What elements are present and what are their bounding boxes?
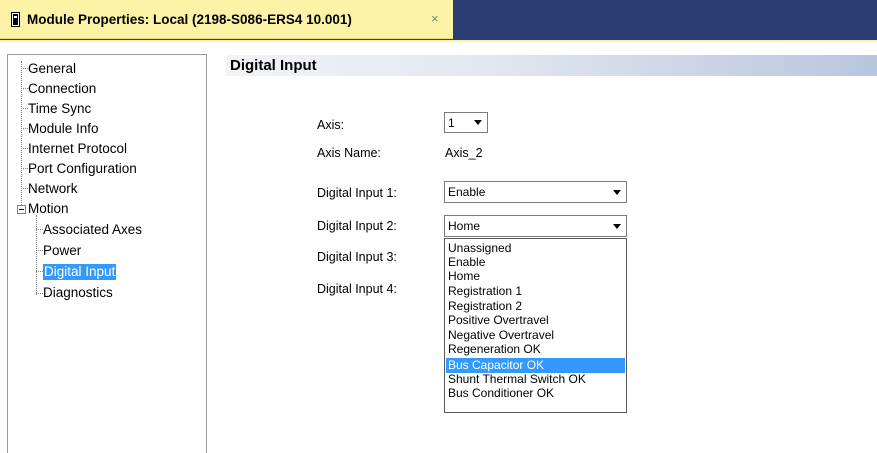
digital-input-2-value: Home xyxy=(448,219,481,233)
dropdown-option-negative-overtravel[interactable]: Negative Overtravel xyxy=(446,329,625,342)
tree-item-port-configuration[interactable]: Port Configuration xyxy=(28,161,137,177)
axis-label: Axis: xyxy=(317,118,345,132)
digital-input-2-label: Digital Input 2: xyxy=(317,219,397,233)
tree-item-time-sync[interactable]: Time Sync xyxy=(28,101,91,117)
tree-item-motion[interactable]: Motion xyxy=(28,201,69,217)
tree-connector xyxy=(36,229,43,230)
digital-input-2-select[interactable]: Home xyxy=(444,215,627,237)
dropdown-option-shunt-thermal-switch-ok[interactable]: Shunt Thermal Switch OK xyxy=(446,373,625,386)
dropdown-option-registration-2[interactable]: Registration 2 xyxy=(446,300,625,313)
collapse-icon[interactable] xyxy=(17,205,26,214)
dropdown-option-bus-conditioner-ok[interactable]: Bus Conditioner OK xyxy=(446,387,625,400)
digital-input-4-label: Digital Input 4: xyxy=(317,282,397,296)
dropdown-option-home[interactable]: Home xyxy=(446,270,625,283)
section-header: Digital Input xyxy=(226,55,877,76)
tree-connector xyxy=(21,128,28,129)
dropdown-option-enable[interactable]: Enable xyxy=(446,256,625,269)
tree-connector xyxy=(36,293,43,294)
axis-select[interactable]: 1 xyxy=(444,112,488,133)
tree-item-connection[interactable]: Connection xyxy=(28,81,96,97)
tree-item-associated-axes[interactable]: Associated Axes xyxy=(43,222,142,238)
tree-connector xyxy=(36,215,37,295)
digital-input-2-dropdown-list[interactable]: Unassigned Enable Home Registration 1 Re… xyxy=(444,238,627,413)
digital-input-1-select[interactable]: Enable xyxy=(444,181,627,203)
tree-connector xyxy=(21,168,28,169)
category-tree[interactable]: General Connection Time Sync Module Info… xyxy=(7,54,207,453)
dropdown-option-bus-capacitor-ok[interactable]: Bus Capacitor OK xyxy=(446,358,625,373)
tree-connector xyxy=(36,271,43,272)
tab-title: Module Properties: Local (2198-S086-ERS4… xyxy=(27,12,352,27)
dropdown-option-registration-1[interactable]: Registration 1 xyxy=(446,285,625,298)
tree-connector xyxy=(21,61,22,209)
module-icon xyxy=(11,12,20,27)
tree-item-digital-input[interactable]: Digital Input xyxy=(43,264,117,280)
digital-input-1-value: Enable xyxy=(448,185,486,199)
axis-name-value: Axis_2 xyxy=(445,146,483,160)
tree-connector xyxy=(36,250,43,251)
section-title: Digital Input xyxy=(230,57,317,74)
tab-underline xyxy=(0,40,877,42)
dropdown-option-positive-overtravel[interactable]: Positive Overtravel xyxy=(446,314,625,327)
tree-connector xyxy=(21,188,28,189)
tree-connector xyxy=(21,148,28,149)
chevron-down-icon[interactable] xyxy=(609,218,625,234)
tree-item-network[interactable]: Network xyxy=(28,181,78,197)
close-icon[interactable]: × xyxy=(431,11,439,26)
tree-item-power[interactable]: Power xyxy=(43,243,81,259)
tree-connector xyxy=(21,108,28,109)
tree-item-module-info[interactable]: Module Info xyxy=(28,121,99,137)
tree-connector xyxy=(21,88,28,89)
chevron-down-icon[interactable] xyxy=(470,114,486,130)
axis-select-value: 1 xyxy=(448,116,455,130)
document-tab[interactable]: Module Properties: Local (2198-S086-ERS4… xyxy=(0,0,453,39)
tree-item-diagnostics[interactable]: Diagnostics xyxy=(43,285,113,301)
dropdown-option-unassigned[interactable]: Unassigned xyxy=(446,242,625,255)
digital-input-1-label: Digital Input 1: xyxy=(317,186,397,200)
digital-input-3-label: Digital Input 3: xyxy=(317,250,397,264)
tree-item-general[interactable]: General xyxy=(28,61,76,77)
tree-connector xyxy=(21,68,28,69)
chevron-down-icon[interactable] xyxy=(609,184,625,200)
tree-item-internet-protocol[interactable]: Internet Protocol xyxy=(28,141,127,157)
axis-name-label: Axis Name: xyxy=(317,146,381,160)
dropdown-option-regeneration-ok[interactable]: Regeneration OK xyxy=(446,343,625,356)
